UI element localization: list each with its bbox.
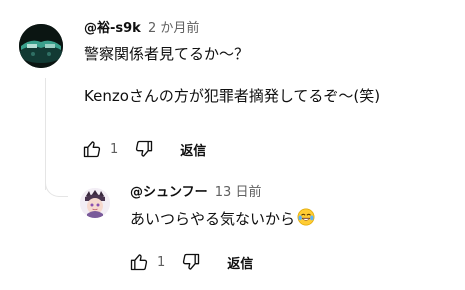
- dislike-button[interactable]: [132, 137, 156, 161]
- comment: @裕-s9k 2 か月前 警察関係者見てるか～？ Kenzoさんの方が犯罪者摘発…: [84, 20, 457, 107]
- avatar-image: [19, 24, 63, 68]
- comment-header: @裕-s9k 2 か月前: [84, 20, 457, 38]
- reply: @シュンフー 13 日前 あいつらやる気ないから: [130, 184, 457, 232]
- comment-time[interactable]: 2 か月前: [148, 21, 199, 36]
- thumbs-up-icon: [83, 141, 101, 158]
- dislike-button[interactable]: [179, 250, 203, 274]
- thumbs-down-icon: [136, 140, 153, 157]
- reply-time[interactable]: 13 日前: [215, 185, 262, 200]
- like-count: 1: [157, 254, 166, 270]
- avatar[interactable]: [19, 24, 63, 68]
- thumbs-down-icon: [183, 253, 200, 270]
- avatar-image: [80, 188, 110, 218]
- reply-actions: 1 返信: [127, 250, 253, 274]
- like-button[interactable]: [127, 250, 151, 274]
- comment-text-line: Kenzoさんの方が犯罪者摘発してるぞ～(笑): [84, 87, 381, 105]
- reply-avatar[interactable]: [80, 188, 110, 218]
- face-with-tears-of-joy-icon: [297, 208, 315, 232]
- reply-button[interactable]: 返信: [180, 140, 206, 159]
- thumbs-up-icon: [130, 254, 148, 271]
- comment-text: 警察関係者見てるか～？ Kenzoさんの方が犯罪者摘発してるぞ～(笑): [84, 44, 457, 107]
- comment-author[interactable]: @裕-s9k: [84, 21, 141, 36]
- reply-text: あいつらやる気ないから: [130, 208, 457, 232]
- like-count: 1: [110, 141, 119, 157]
- like-button[interactable]: [80, 137, 104, 161]
- reply-header: @シュンフー 13 日前: [130, 184, 457, 202]
- thread-connector: [45, 180, 68, 197]
- reply-text-content: あいつらやる気ないから: [130, 210, 296, 228]
- comment-text-line: 警察関係者見てるか～？: [84, 45, 250, 63]
- comment-actions: 1 返信: [80, 137, 206, 161]
- reply-author[interactable]: @シュンフー: [130, 185, 208, 200]
- thread-line: [45, 78, 46, 190]
- reply-button[interactable]: 返信: [227, 253, 253, 272]
